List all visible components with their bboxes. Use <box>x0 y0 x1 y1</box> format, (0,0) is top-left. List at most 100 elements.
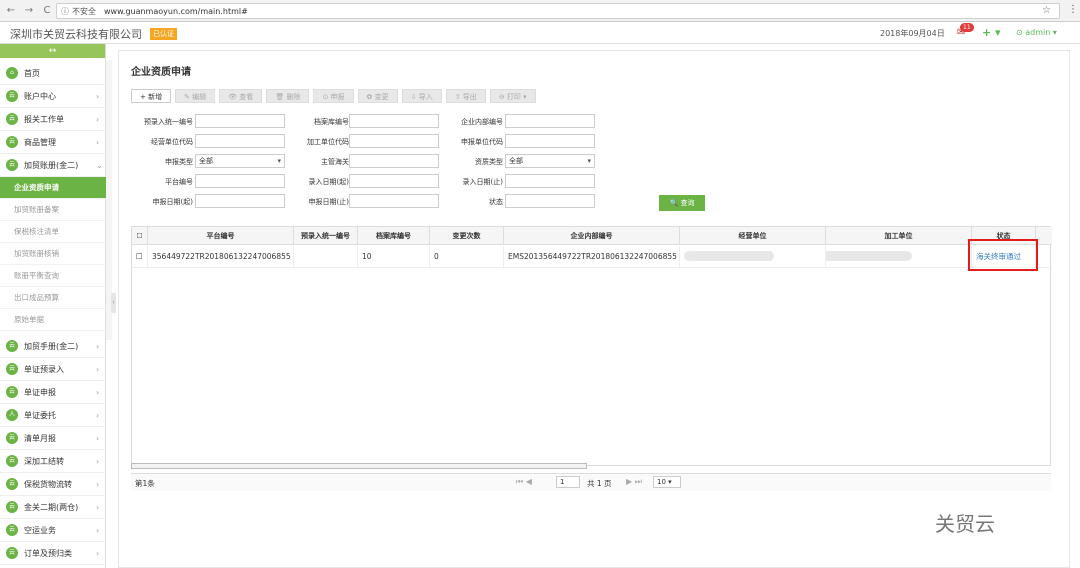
internal-no-field[interactable] <box>505 114 595 128</box>
url-text[interactable]: www.guanmaoyun.com/main.html# <box>104 7 248 16</box>
chevron-right-icon: › <box>96 433 100 443</box>
label-declare-type: 申报类型 <box>165 158 193 166</box>
sidebar-subitem-book-writeoff[interactable]: 加贸账册核销 <box>0 243 106 265</box>
header-processor[interactable]: 加工单位 <box>826 227 972 245</box>
header-platform-no[interactable]: 平台编号 <box>148 227 294 245</box>
header-internal-no[interactable]: 企业内部编号 <box>504 227 680 245</box>
sidebar-item-doc-declaration[interactable]: 云单证申报 › <box>0 381 106 404</box>
chevron-right-icon: › <box>96 548 100 558</box>
label-operator-code: 经营单位代码 <box>151 138 193 146</box>
label-declare-date-from: 申报日期(起) <box>152 198 193 206</box>
browser-menu-icon[interactable]: ⋮ <box>1068 4 1078 15</box>
row-checkbox[interactable]: ☐ <box>132 246 148 268</box>
sidebar-item-processing-manual[interactable]: 云加贸手册(金二) › <box>0 335 106 358</box>
import-button[interactable]: ⇩ 导入 <box>401 89 442 103</box>
forward-icon[interactable]: → <box>22 4 36 18</box>
sidebar-item-doc-entrust[interactable]: 人单证委托 › <box>0 404 106 427</box>
company-name: 深圳市关贸云科技有限公司 <box>10 28 142 41</box>
sidebar-subitem-export-budget[interactable]: 出口成品预算 <box>0 287 106 309</box>
entry-date-from-field[interactable] <box>349 174 439 188</box>
header-archive-no[interactable]: 档案库编号 <box>358 227 430 245</box>
declare-date-to-field[interactable] <box>349 194 439 208</box>
info-icon[interactable]: ⓘ <box>61 6 69 17</box>
customs-icon: 云 <box>6 501 18 513</box>
sidebar-subitem-bonded-list[interactable]: 保税核注清单 <box>0 221 106 243</box>
export-button[interactable]: ⇧ 导出 <box>445 89 486 103</box>
bookmark-star-icon[interactable]: ☆ <box>1042 5 1051 16</box>
reload-icon[interactable]: C <box>40 4 54 18</box>
platform-no-field[interactable] <box>195 174 285 188</box>
result-table: ☐ 平台编号 预录入统一编号 档案库编号 变更次数 企业内部编号 经营单位 加工… <box>131 226 1052 466</box>
cell-change-count: 0 <box>430 246 504 268</box>
chevron-right-icon: › <box>96 502 100 512</box>
table-horizontal-scrollbar[interactable] <box>131 463 587 469</box>
sidebar-item-home[interactable]: ⌂ 首页 <box>0 62 106 85</box>
transfer-icon: 云 <box>6 478 18 490</box>
next-last-page-icon[interactable]: ▶ ⏭ <box>626 477 642 487</box>
qualification-type-select[interactable]: 全部 <box>505 154 595 168</box>
declare-date-from-field[interactable] <box>195 194 285 208</box>
header-operator[interactable]: 经营单位 <box>680 227 826 245</box>
page-number-input[interactable]: 1 <box>556 476 580 488</box>
collapse-sidebar-icon[interactable]: ‹ <box>111 293 116 313</box>
sidebar-item-deep-processing[interactable]: 云深加工结转 › <box>0 450 106 473</box>
print-button[interactable]: ⊖ 打印 ▾ <box>489 89 536 103</box>
user-icon: 人 <box>6 409 18 421</box>
pre-entry-no-field[interactable] <box>195 114 285 128</box>
user-menu[interactable]: ⊙ admin ▾ <box>1016 28 1057 37</box>
header-change-count[interactable]: 变更次数 <box>430 227 504 245</box>
sidebar-item-processing-book[interactable]: 云加贸账册(金二) ⌄ <box>0 154 106 177</box>
sidebar-item-declaration[interactable]: 云报关工作单 › <box>0 108 106 131</box>
declarant-code-field[interactable] <box>505 134 595 148</box>
header-pre-entry-no[interactable]: 预录入统一编号 <box>294 227 358 245</box>
address-bar[interactable]: ⓘ 不安全 www.guanmaoyun.com/main.html# ☆ <box>56 3 1060 19</box>
entry-date-to-field[interactable] <box>505 174 595 188</box>
change-button[interactable]: ✿ 变更 <box>357 89 398 103</box>
sidebar-subitem-qualification[interactable]: 企业资质申请 <box>0 177 106 199</box>
table-row[interactable]: ☐ 356449722TR201806132247006855 10 0 EMS… <box>132 246 1052 268</box>
sidebar-toggle-icon[interactable]: ↔ <box>0 44 105 58</box>
back-icon[interactable]: ← <box>4 4 18 18</box>
book-icon: 云 <box>6 159 18 171</box>
declaration-icon: 云 <box>6 113 18 125</box>
chevron-right-icon: › <box>96 410 100 420</box>
declare-type-select[interactable]: 全部 <box>195 154 285 168</box>
chevron-right-icon: › <box>96 91 100 101</box>
sidebar-item-pre-entry[interactable]: 云单证预录入 › <box>0 358 106 381</box>
sidebar-item-bonded-transfer[interactable]: 云保税货物流转 › <box>0 473 106 496</box>
query-button[interactable]: 🔍 查询 <box>659 195 705 211</box>
archive-no-field[interactable] <box>349 114 439 128</box>
add-button[interactable]: + 新增 <box>131 89 172 103</box>
sidebar-item-goods[interactable]: 云商品管理 › <box>0 131 106 154</box>
main-panel: 企业资质申请 + 新增 ✎ 编辑 👁 查看 🗑 删除 ⊙ 申报 ✿ 变更 ⇩ 导… <box>118 50 1070 568</box>
select-all-checkbox[interactable]: ☐ <box>132 227 148 245</box>
sidebar-item-orders[interactable]: 云订单及预归类 › <box>0 542 106 565</box>
sidebar-item-golden-customs[interactable]: 云金关二期(两仓) › <box>0 496 106 519</box>
processing-icon: 云 <box>6 455 18 467</box>
processor-code-field[interactable] <box>349 134 439 148</box>
add-menu-button[interactable]: + ▾ <box>982 26 1001 39</box>
page-size-select[interactable]: 10 ▾ <box>653 476 681 488</box>
first-prev-page-icon[interactable]: ⏮ ◀ <box>516 477 532 487</box>
sidebar-subitem-book-filing[interactable]: 加贸账册备案 <box>0 199 106 221</box>
doc-declaration-icon: 云 <box>6 386 18 398</box>
sidebar-subitem-original-docs[interactable]: 原始单据 <box>0 309 106 331</box>
operator-code-field[interactable] <box>195 134 285 148</box>
label-customs: 主管海关 <box>321 158 349 166</box>
account-icon: 云 <box>6 90 18 102</box>
pre-entry-icon: 云 <box>6 363 18 375</box>
edit-button[interactable]: ✎ 编辑 <box>175 89 216 103</box>
sidebar-item-account[interactable]: 云账户中心 › <box>0 85 106 108</box>
sidebar-item-monthly-report[interactable]: 云清单月报 › <box>0 427 106 450</box>
cell-processor <box>826 246 972 268</box>
view-button[interactable]: 👁 查看 <box>219 89 263 103</box>
status-field[interactable] <box>505 194 595 208</box>
chevron-down-icon: ⌄ <box>96 160 103 170</box>
insecure-label: 不安全 <box>72 6 96 16</box>
customs-field[interactable] <box>349 154 439 168</box>
label-pre-entry-no: 预录入统一编号 <box>144 118 193 126</box>
delete-button[interactable]: 🗑 删除 <box>266 89 310 103</box>
sidebar-item-air-freight[interactable]: 云空运业务 › <box>0 519 106 542</box>
declare-button[interactable]: ⊙ 申报 <box>313 89 354 103</box>
sidebar-subitem-balance-query[interactable]: 账册平衡查询 <box>0 265 106 287</box>
